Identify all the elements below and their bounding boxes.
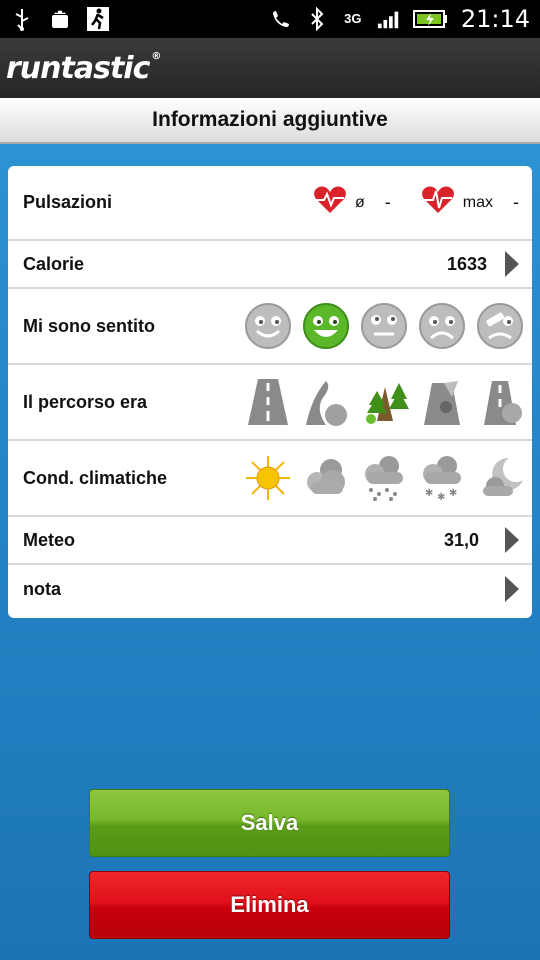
heart-rate-icon — [313, 185, 347, 220]
meteo-value: 31,0 — [443, 529, 479, 550]
route-row: Il percorso era — [8, 365, 532, 441]
pulse-max: max - — [421, 185, 519, 220]
pulse-average-value: - — [384, 192, 391, 212]
chevron-right-icon — [505, 251, 519, 277]
heart-max-icon — [421, 185, 455, 220]
runner-notification-icon — [86, 7, 110, 31]
pulse-average: ø - — [313, 185, 391, 220]
trees-icon[interactable] — [359, 377, 409, 427]
weather-row: Cond. climatiche ✱ ✱ ✱ — [8, 441, 532, 517]
usb-icon — [10, 7, 34, 31]
bluetooth-icon — [305, 7, 329, 31]
pulse-row[interactable]: Pulsazioni ø - max - — [8, 166, 532, 241]
calories-row[interactable]: Calorie 1633 — [8, 241, 532, 289]
snow-icon[interactable]: ✱ ✱ ✱ — [417, 453, 467, 503]
signal-icon — [377, 7, 401, 31]
weather-label: Cond. climatiche — [23, 467, 168, 488]
note-label: nota — [23, 578, 61, 599]
svg-text:✱: ✱ — [449, 488, 457, 499]
rain-icon[interactable] — [359, 453, 409, 503]
app-bar: runtastic ® — [0, 38, 540, 98]
face-sad-icon[interactable] — [417, 301, 467, 351]
trail-icon[interactable] — [417, 377, 467, 427]
road-icon[interactable] — [243, 377, 293, 427]
note-row[interactable]: nota — [8, 565, 532, 613]
chevron-right-icon — [505, 527, 519, 553]
runtastic-logo: runtastic ® — [6, 50, 161, 86]
save-button[interactable]: Salva — [89, 789, 450, 857]
face-injured-icon[interactable] — [475, 301, 525, 351]
clock: 21:14 — [460, 5, 530, 33]
svg-text:✱: ✱ — [437, 492, 445, 502]
status-bar: 3G 21:14 — [0, 0, 540, 38]
mixed-icon[interactable] — [475, 377, 525, 427]
info-card: Pulsazioni ø - max - Calorie 1633 Mi son… — [8, 166, 532, 618]
face-neutral-icon[interactable] — [359, 301, 409, 351]
chevron-right-icon — [505, 576, 519, 602]
pulse-max-value: - — [513, 192, 519, 212]
face-happy-icon[interactable] — [301, 301, 351, 351]
face-smile-icon[interactable] — [243, 301, 293, 351]
calories-label: Calorie — [23, 253, 85, 274]
meteo-row[interactable]: Meteo 31,0 — [8, 517, 532, 565]
delete-button[interactable]: Elimina — [89, 871, 450, 939]
cloudy-icon[interactable] — [301, 453, 351, 503]
android-debug-icon — [48, 7, 72, 31]
night-icon[interactable] — [475, 453, 525, 503]
page-title: Informazioni aggiuntive — [152, 108, 388, 131]
page-title-bar: Informazioni aggiuntive — [0, 98, 540, 144]
route-label: Il percorso era — [23, 391, 148, 412]
battery-icon — [412, 7, 449, 31]
pulse-label: Pulsazioni — [23, 192, 113, 212]
svg-text:✱: ✱ — [425, 488, 433, 499]
feeling-row: Mi sono sentito — [8, 289, 532, 365]
sun-icon[interactable] — [243, 453, 293, 503]
calories-value: 1633 — [446, 253, 487, 274]
meteo-label: Meteo — [23, 529, 76, 550]
hills-icon[interactable] — [301, 377, 351, 427]
phone-icon — [269, 7, 293, 31]
network-type: 3G — [344, 11, 362, 26]
feeling-label: Mi sono sentito — [23, 315, 155, 336]
